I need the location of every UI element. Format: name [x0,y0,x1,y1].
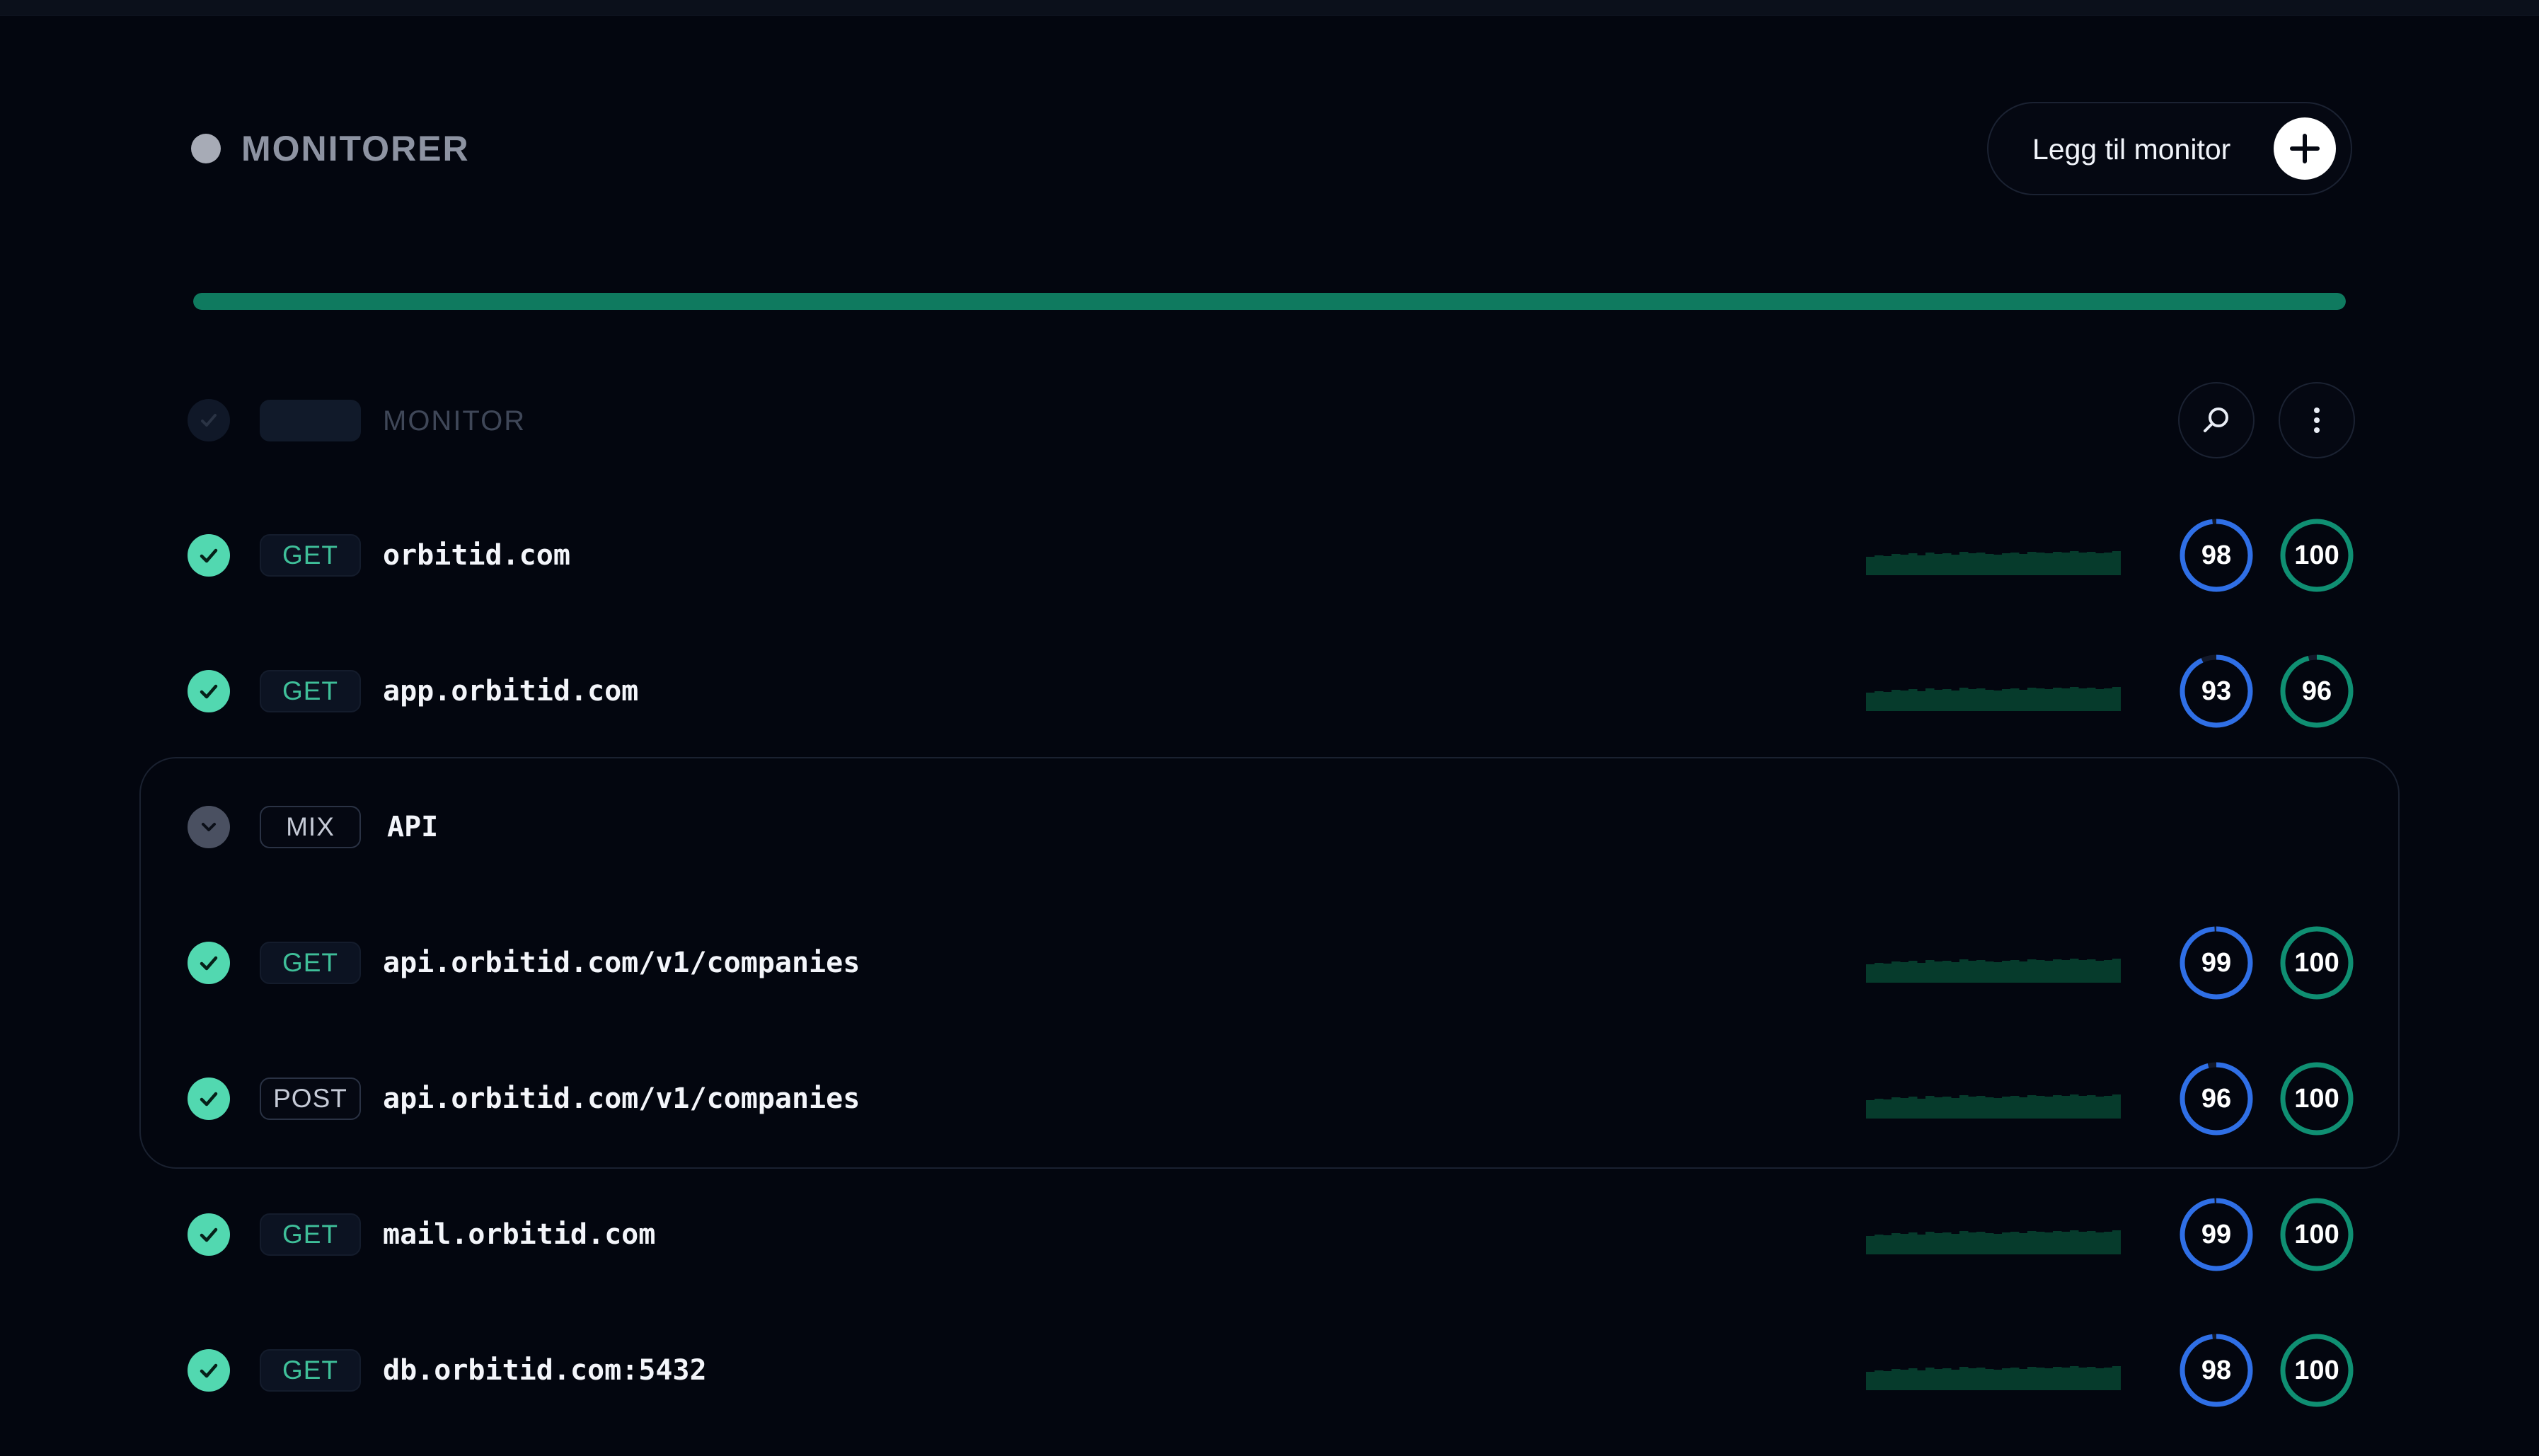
add-monitor-button[interactable]: Legg til monitor [1987,102,2352,195]
status-check [188,534,230,577]
uptime-gauge-value: 99 [2201,1219,2232,1249]
health-gauge[interactable]: 100 [2279,1196,2355,1273]
monitor-url[interactable]: api.orbitid.com/v1/companies [383,1077,860,1120]
more-options-button[interactable] [2279,382,2355,458]
response-sparkline [1866,1230,2121,1254]
monitor-url[interactable]: api.orbitid.com/v1/companies [383,942,860,984]
uptime-gauge-value: 93 [2201,676,2232,706]
check-icon [200,1227,218,1242]
more-vertical-icon [2314,408,2320,433]
uptime-gauge[interactable]: 93 [2178,653,2255,729]
plus-icon [2274,117,2336,180]
check-icon [200,548,218,563]
table-row[interactable]: GET mail.orbitid.com 99 100 [0,1192,2539,1277]
status-check [188,942,230,984]
http-method-badge: GET [260,534,361,577]
health-gauge[interactable]: 100 [2279,517,2355,594]
health-gauge-value: 100 [2294,1219,2339,1249]
table-row[interactable]: GET api.orbitid.com/v1/companies 99 100 [0,920,2539,1005]
health-gauge-value: 100 [2294,947,2339,978]
monitor-url[interactable]: app.orbitid.com [383,670,638,712]
page-title: MONITORER [241,129,470,168]
monitor-column-header: MONITOR [383,405,526,437]
chevron-down-icon [202,823,216,831]
health-gauge-value: 100 [2294,1355,2339,1385]
http-method-badge: GET [260,942,361,984]
add-monitor-label: Legg til monitor [2032,133,2231,166]
health-gauge[interactable]: 100 [2279,1332,2355,1409]
overall-status-fill [193,293,2346,310]
response-sparkline [1866,551,2121,575]
uptime-gauge[interactable]: 98 [2178,517,2255,594]
monitor-url[interactable]: db.orbitid.com:5432 [383,1349,707,1392]
http-method-badge: GET [260,670,361,712]
group-name: API [387,811,439,843]
table-row[interactable]: GET app.orbitid.com 93 96 [0,649,2539,734]
select-all-checkbox[interactable] [188,399,230,441]
table-row[interactable]: GET orbitid.com 98 100 [0,513,2539,598]
http-method-badge: GET [260,1349,361,1392]
http-method-badge: POST [260,1077,361,1120]
uptime-gauge-value: 98 [2201,540,2232,570]
response-sparkline [1866,687,2121,711]
check-icon [200,956,218,971]
overall-status-bar [193,293,2346,310]
health-gauge[interactable]: 96 [2279,653,2355,729]
monitor-url[interactable]: orbitid.com [383,534,570,577]
monitor-url[interactable]: mail.orbitid.com [383,1213,655,1256]
status-check [188,670,230,712]
uptime-gauge[interactable]: 98 [2178,1332,2255,1409]
status-check [188,1077,230,1120]
check-icon [200,684,218,699]
group-header-row[interactable]: MIX API [0,785,2539,869]
group-method-badge: MIX [260,806,361,848]
search-button[interactable] [2178,382,2255,458]
status-check [188,1349,230,1392]
check-icon [201,414,217,427]
health-gauge-value: 100 [2294,1083,2339,1114]
check-icon [200,1363,218,1378]
health-gauge[interactable]: 100 [2279,1061,2355,1137]
health-gauge-value: 100 [2294,540,2339,570]
search-icon [2204,408,2228,432]
response-sparkline [1866,1094,2121,1119]
response-sparkline [1866,1366,2121,1390]
group-toggle[interactable] [188,806,230,848]
uptime-gauge[interactable]: 96 [2178,1061,2255,1137]
status-dot [191,134,221,163]
uptime-gauge-value: 98 [2201,1355,2232,1385]
uptime-gauge-value: 99 [2201,947,2232,978]
table-row[interactable]: GET db.orbitid.com:5432 98 100 [0,1328,2539,1413]
health-gauge[interactable]: 100 [2279,925,2355,1001]
check-icon [200,1092,218,1107]
http-method-badge: GET [260,1213,361,1256]
uptime-gauge[interactable]: 99 [2178,1196,2255,1273]
table-row[interactable]: POST api.orbitid.com/v1/companies 96 100 [0,1056,2539,1141]
uptime-gauge-value: 96 [2201,1083,2232,1114]
uptime-gauge[interactable]: 99 [2178,925,2255,1001]
window-top-bar [0,0,2539,16]
status-check [188,1213,230,1256]
method-column-header [260,400,361,441]
health-gauge-value: 96 [2301,676,2332,706]
response-sparkline [1866,959,2121,983]
